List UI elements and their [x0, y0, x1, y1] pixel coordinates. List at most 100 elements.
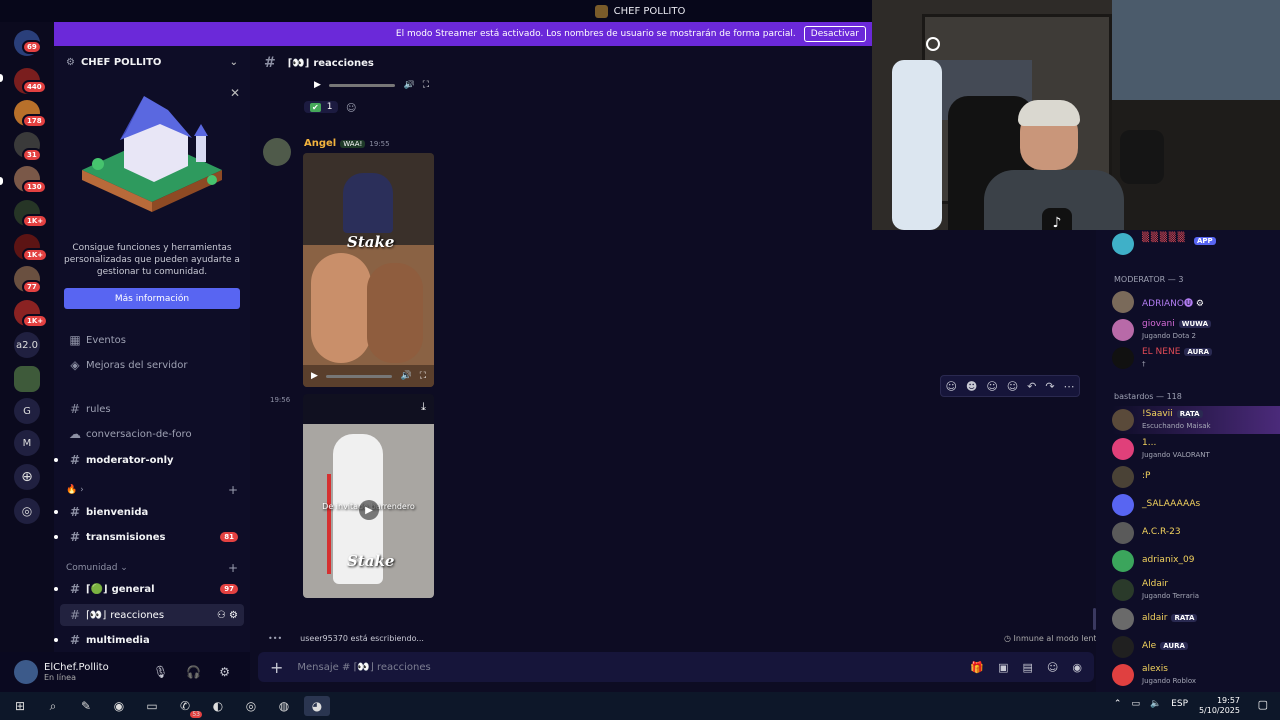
avatar	[1112, 319, 1134, 341]
download-icon[interactable]: ⤓	[421, 400, 426, 414]
sidebar-item-reacciones[interactable]: # ⌈👀⌋ reacciones ⚇ ⚙	[60, 604, 244, 626]
gif-icon[interactable]: ▣	[998, 661, 1008, 674]
deactivate-button[interactable]: Desactivar	[803, 26, 866, 42]
notifications-icon[interactable]: ▢	[1258, 698, 1268, 711]
microphone-icon[interactable]: 🎙	[153, 665, 168, 679]
message-author[interactable]: Angel	[304, 138, 336, 149]
member-item[interactable]: ▒▒▒▒▒ APP	[1112, 230, 1280, 258]
server-icon[interactable]	[14, 366, 40, 392]
folder-icon[interactable]: ▭	[139, 696, 165, 716]
gear-icon[interactable]: ⚙	[219, 665, 230, 679]
sidebar-item-label: Mejoras del servidor	[86, 359, 188, 371]
sidebar-item-boosts[interactable]: ◈ Mejoras del servidor	[54, 354, 250, 376]
play-icon[interactable]: ▶	[314, 80, 321, 90]
whatsapp-icon[interactable]: ✆ 53	[172, 696, 202, 718]
unread-dot	[54, 510, 58, 514]
sticker-icon[interactable]: ▤	[1023, 661, 1033, 674]
more-info-button[interactable]: Más información	[64, 288, 240, 309]
avatar[interactable]	[14, 660, 38, 684]
member-item[interactable]: ADRIANO🅤 ⚙	[1112, 288, 1280, 316]
emoji-icon[interactable]: ☺	[1047, 661, 1058, 674]
laugh-emoji-icon[interactable]: ☻	[966, 380, 977, 393]
windows-start-icon[interactable]: ⊞	[7, 696, 33, 716]
sidebar-item-general[interactable]: # ⌈🟢⌋ general 97	[54, 578, 250, 600]
activities-icon[interactable]: ◉	[1072, 661, 1082, 674]
clock[interactable]: 19:57 5/10/2025	[1199, 696, 1240, 716]
sidebar-item-moderator-only[interactable]: # moderator-only	[54, 449, 250, 471]
reply-icon[interactable]: ↶	[1027, 380, 1036, 393]
message-composer[interactable]: + Mensaje # ⌈👀⌋ reacciones 🎁 ▣ ▤ ☺ ◉	[258, 652, 1094, 682]
add-server-icon[interactable]: ⊕	[14, 464, 40, 490]
progress-bar[interactable]	[328, 83, 396, 87]
volume-icon[interactable]: 🔈	[1150, 699, 1161, 709]
member-item[interactable]: adrianix_09	[1112, 547, 1280, 575]
member-item[interactable]: A.C.R-23	[1112, 519, 1280, 547]
smile-emoji-icon[interactable]: ☺	[945, 380, 956, 393]
fullscreen-icon[interactable]: ⛶	[423, 80, 429, 90]
sidebar-item-rules[interactable]: # rules	[54, 398, 250, 420]
member-item[interactable]: !Saavii RATA Escuchando Maisak	[1112, 406, 1280, 434]
sidebar-item-events[interactable]: ▦ Eventos	[54, 329, 250, 351]
member-item[interactable]: 1... Jugando VALORANT	[1112, 435, 1280, 463]
category-fire[interactable]: 🔥 ›	[66, 485, 84, 495]
video-attachment[interactable]: ⤓ De invitado barrendero ▶ Stake	[303, 394, 434, 598]
member-item[interactable]: alexis Jugando Roblox	[1112, 661, 1280, 689]
whatsapp-badge: 53	[190, 711, 202, 718]
message-actions-bar: ☺ ☻ ☺ ☺ ↶ ↷ ⋯	[940, 375, 1080, 397]
discord-icon[interactable]: ◕	[304, 696, 330, 716]
server-icon[interactable]: M	[14, 430, 40, 456]
volume-icon[interactable]: 🔊	[400, 371, 411, 381]
member-item[interactable]: Ale AURA	[1112, 633, 1280, 661]
more-icon[interactable]: ⋯	[1064, 380, 1075, 393]
member-name: _SALAAAAAs	[1142, 499, 1201, 509]
app-icon[interactable]: ◐	[205, 696, 231, 716]
sidebar-item-forum[interactable]: ☁ conversacion-de-foro	[54, 423, 250, 445]
attach-plus-icon[interactable]: +	[270, 658, 283, 677]
add-reaction-icon[interactable]: ☺	[1007, 380, 1018, 393]
sidebar-item-transmisiones[interactable]: # transmisiones 81	[54, 526, 250, 548]
server-header[interactable]: ⚙ CHEF POLLITO ⌄	[54, 46, 250, 78]
server-icon[interactable]: a2.0	[14, 332, 40, 358]
member-item[interactable]: Aldair Jugando Terraria	[1112, 576, 1280, 604]
network-icon[interactable]: ▭	[1131, 699, 1140, 709]
chrome-icon[interactable]: ◉	[106, 696, 132, 716]
promo-text: Consigue funciones y herramientas person…	[64, 243, 240, 277]
server-icon[interactable]: G	[14, 398, 40, 424]
member-item[interactable]: aldair RATA	[1112, 605, 1280, 633]
member-item[interactable]: _SALAAAAAs	[1112, 491, 1280, 519]
sidebar-item-bienvenida[interactable]: # bienvenida	[54, 501, 250, 523]
unread-pip	[0, 74, 3, 82]
settings-icon[interactable]: ⚇ ⚙	[217, 610, 238, 621]
sidebar-item-multimedia[interactable]: # multimedia	[54, 629, 250, 651]
language-indicator[interactable]: ESP	[1171, 699, 1188, 709]
add-channel-icon[interactable]: +	[228, 561, 238, 575]
member-item[interactable]: :P	[1112, 463, 1280, 491]
video-attachment[interactable]: Stake ▶ 🔊 ⛶	[303, 153, 434, 387]
chevron-up-icon[interactable]: ⌃	[1114, 699, 1122, 709]
add-channel-icon[interactable]: +	[228, 483, 238, 497]
streamer-mode-banner: El modo Streamer está activado. Los nomb…	[54, 22, 872, 46]
message-input[interactable]: Mensaje # ⌈👀⌋ reacciones	[297, 662, 430, 673]
forward-icon[interactable]: ↷	[1045, 380, 1054, 393]
category-comunidad[interactable]: Comunidad ⌄	[66, 563, 128, 573]
avatar[interactable]	[263, 138, 291, 166]
sweat-emoji-icon[interactable]: ☺	[986, 380, 997, 393]
member-item[interactable]: EL NENE AURA †	[1112, 344, 1280, 372]
app-icon[interactable]: ✎	[73, 696, 99, 716]
search-icon[interactable]: ⌕	[40, 696, 66, 716]
explore-servers-icon[interactable]: ◎	[14, 498, 40, 524]
play-icon[interactable]: ▶	[311, 371, 318, 381]
promo-card: ✕ Consigue funciones y herramientas pers…	[64, 84, 240, 314]
volume-icon[interactable]: 🔊	[403, 80, 414, 90]
obs-icon[interactable]: ◎	[238, 696, 264, 716]
headphones-icon[interactable]: 🎧	[186, 665, 201, 679]
play-icon[interactable]: ▶	[359, 500, 379, 520]
member-item[interactable]: giovani WUWA Jugando Dota 2	[1112, 316, 1280, 344]
member-name: aldair RATA	[1142, 613, 1198, 623]
gift-icon[interactable]: 🎁	[970, 661, 984, 674]
reaction-pill[interactable]: ✔ 1	[304, 101, 339, 113]
add-reaction-icon[interactable]: ☺	[346, 103, 356, 114]
fullscreen-icon[interactable]: ⛶	[420, 371, 426, 381]
app-icon[interactable]: ◍	[271, 696, 297, 716]
progress-bar[interactable]	[325, 374, 393, 378]
